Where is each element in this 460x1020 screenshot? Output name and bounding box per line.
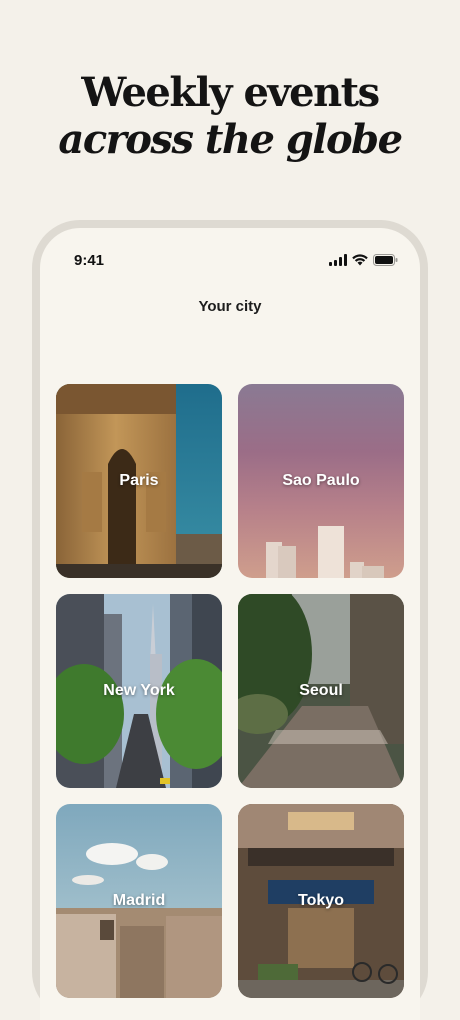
headline-line-1: Weekly events bbox=[81, 69, 380, 116]
signal-icon bbox=[329, 254, 347, 266]
city-card-sao-paulo[interactable]: Sao Paulo bbox=[238, 384, 404, 578]
city-card-seoul[interactable]: Seoul bbox=[238, 594, 404, 788]
headline: Weekly events across the globe bbox=[0, 68, 460, 162]
city-card-tokyo[interactable]: Tokyo bbox=[238, 804, 404, 998]
status-time: 9:41 bbox=[74, 252, 105, 269]
screen-title: Your city bbox=[198, 298, 262, 315]
city-label: Madrid bbox=[112, 892, 166, 909]
city-card-paris[interactable]: Paris bbox=[56, 384, 222, 578]
city-label: Seoul bbox=[299, 682, 343, 699]
city-label: Sao Paulo bbox=[282, 472, 360, 489]
city-label: Paris bbox=[119, 472, 159, 489]
city-card-new-york[interactable]: New York bbox=[56, 594, 222, 788]
status-icons bbox=[329, 254, 398, 266]
city-card-madrid[interactable]: Madrid bbox=[56, 804, 222, 998]
city-label: New York bbox=[103, 682, 175, 699]
battery-icon bbox=[373, 254, 398, 266]
city-label: Tokyo bbox=[298, 892, 344, 909]
phone-frame: 9:41 Your city Paris Sao Paulo New York … bbox=[32, 220, 428, 1020]
city-grid: Paris Sao Paulo New York Seoul Madrid To… bbox=[56, 384, 404, 998]
phone-screen: 9:41 Your city Paris Sao Paulo New York … bbox=[40, 228, 420, 1020]
wifi-icon bbox=[352, 254, 368, 266]
headline-line-2: across the globe bbox=[58, 116, 403, 163]
